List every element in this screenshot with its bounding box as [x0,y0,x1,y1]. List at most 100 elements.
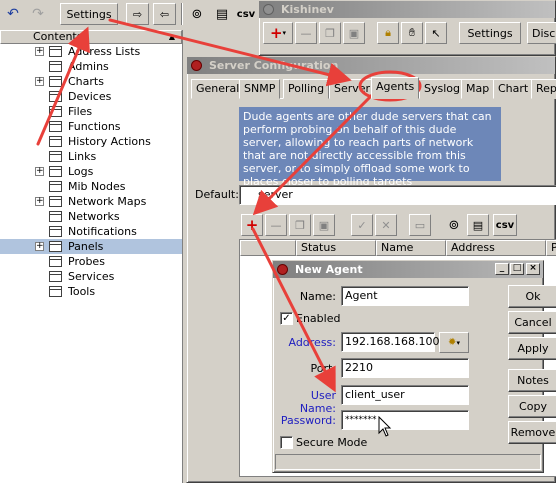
tab-map[interactable]: Map [461,79,495,99]
printer-icon[interactable]: ▤ [211,3,233,25]
tree-item[interactable]: + Logs [0,164,182,179]
column-header-blank[interactable] [240,240,296,256]
tree-item[interactable]: + Address Lists [0,44,182,59]
tree-item[interactable]: History Actions [0,134,182,149]
default-agent-field[interactable]: server [239,185,556,205]
tree-item[interactable]: Notifications [0,224,182,239]
contents-header[interactable]: Contents ▲ [0,30,182,44]
cancel-button[interactable]: Cancel [508,311,556,334]
notes-button[interactable]: Notes [508,369,556,392]
close-button[interactable]: × [526,263,540,275]
tree-item[interactable]: + Charts [0,74,182,89]
tab-polling[interactable]: Polling [283,79,330,99]
enabled-checkbox[interactable]: ✓ [280,312,293,325]
expand-icon[interactable]: + [35,47,44,56]
remove-icon[interactable]: — [295,22,317,44]
lock-icon[interactable]: 🔒︎ [377,22,399,44]
expand-icon[interactable]: + [35,77,44,86]
tree-item[interactable]: Admins [0,59,182,74]
maximize-button[interactable]: □ [510,263,524,275]
tree-item-label: Admins [68,60,109,73]
paste-icon[interactable]: ▣ [313,214,335,236]
password-field[interactable]: ******* [341,410,469,430]
pointer-icon[interactable]: ↖ [425,22,447,44]
copy-icon[interactable]: ❐ [289,214,311,236]
address-lookup-button[interactable]: ✹ ▾ [439,332,469,353]
paste-icon[interactable]: ▣ [343,22,365,44]
tree-item-label: Functions [68,120,121,133]
remove-button[interactable]: Remove [508,421,556,444]
column-header-name[interactable]: Name [376,240,446,256]
tab-general[interactable]: General [191,79,245,99]
table-icon [49,136,62,147]
tree-item[interactable]: + Network Maps [0,194,182,209]
column-header-port[interactable]: Po [546,240,556,256]
tab-chart[interactable]: Chart [493,79,534,99]
copy-icon[interactable]: ❐ [319,22,341,44]
import-icon[interactable]: ⇨ [126,3,149,25]
add-button[interactable]: + ▾ [263,22,293,44]
address-label: Address: [288,336,336,349]
comment-icon[interactable]: ▭ [409,214,431,236]
username-label: User Name: [299,389,336,415]
tree-item[interactable]: Mib Nodes [0,179,182,194]
undo-button[interactable]: ↶ [2,3,24,25]
expand-icon[interactable]: + [35,242,44,251]
copy-button[interactable]: Copy [508,395,556,418]
tab-server[interactable]: Server [329,79,376,99]
secure-mode-label: Secure Mode [296,436,368,449]
binoculars-icon[interactable]: ⊚ [443,214,465,236]
apply-button[interactable]: Apply [508,337,556,360]
binoculars-icon[interactable]: ⊚ [186,3,208,25]
address-field[interactable]: 192.168.168.100 [341,332,439,352]
map-settings-button[interactable]: Settings [459,22,521,44]
expand-icon[interactable]: + [35,167,44,176]
tree-item[interactable]: + Panels [0,239,182,254]
tab-repo[interactable]: Repo [531,79,556,99]
column-header-status[interactable]: Status [296,240,376,256]
table-icon [49,286,62,297]
new-agent-title: New Agent _ □ × [273,261,543,278]
table-icon [49,211,62,222]
disable-icon[interactable]: ✕ [375,214,397,236]
tree-item-label: History Actions [68,135,151,148]
password-label: Password: [280,414,336,427]
add-agent-button[interactable]: + [241,214,263,236]
tree-item[interactable]: Functions [0,119,182,134]
table-icon [49,256,62,267]
tree-item[interactable]: Links [0,149,182,164]
table-icon [49,151,62,162]
tree-item[interactable]: Networks [0,209,182,224]
map-window: Kishinev + ▾ — ❐ ▣ 🔒︎ ✋︎ ↖ Settings Disc [258,0,556,56]
tree-item-label: Networks [68,210,120,223]
printer-icon[interactable]: ▤ [467,214,489,236]
tree-item-label: Services [68,270,115,283]
minimize-button[interactable]: _ [495,263,509,275]
redo-button[interactable]: ↷ [27,3,49,25]
column-header-address[interactable]: Address [446,240,546,256]
table-icon [49,61,62,72]
expand-icon[interactable]: + [35,197,44,206]
hand-icon[interactable]: ✋︎ [401,22,423,44]
tree-item[interactable]: Devices [0,89,182,104]
username-field[interactable]: client_user [341,385,469,405]
remove-icon[interactable]: — [265,214,287,236]
port-field[interactable]: 2210 [341,358,469,378]
name-field[interactable]: Agent [341,286,469,306]
csv-button[interactable]: csv [493,214,517,236]
enable-icon[interactable]: ✓ [351,214,373,236]
discover-button[interactable]: Disc [527,22,556,44]
tree-item[interactable]: Tools [0,284,182,299]
tab-syslog[interactable]: Syslog [419,79,465,99]
tree-item-label: Tools [68,285,96,298]
secure-mode-checkbox[interactable] [280,436,293,449]
settings-button[interactable]: Settings [60,3,118,25]
tree-item[interactable]: Files [0,104,182,119]
export-icon[interactable]: ⇦ [153,3,176,25]
ok-button[interactable]: Ok [508,285,556,308]
tree-item[interactable]: Probes [0,254,182,269]
tree-item[interactable]: Services [0,269,182,284]
csv-button[interactable]: csv [236,3,256,25]
tab-snmp[interactable]: SNMP [239,79,281,99]
tab-agents[interactable]: Agents [371,77,420,99]
